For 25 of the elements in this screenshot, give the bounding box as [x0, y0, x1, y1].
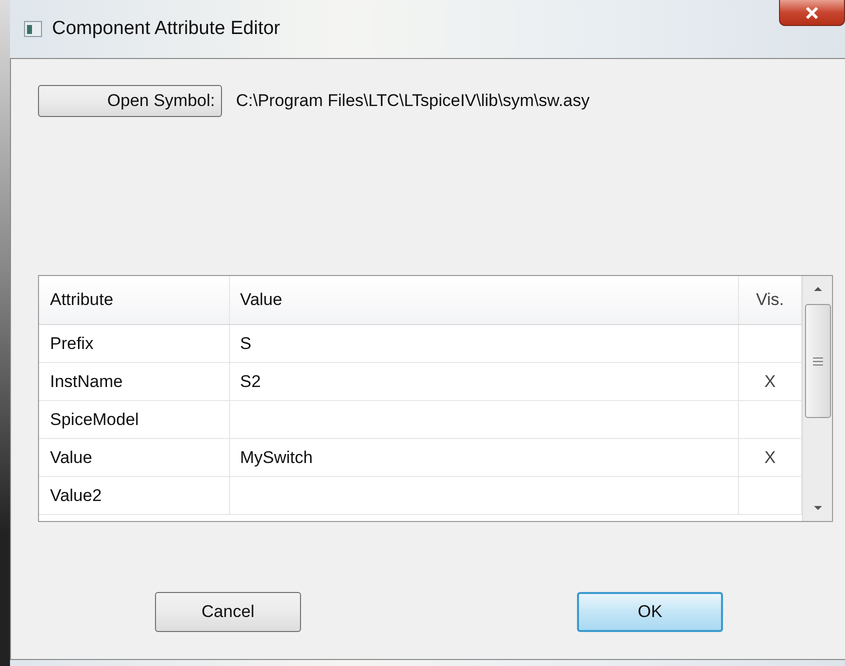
cancel-button[interactable]: Cancel [155, 592, 301, 632]
column-header[interactable]: Attribute [39, 276, 230, 324]
table-cell: InstName [39, 363, 230, 400]
symbol-path: C:\Program Files\LTC\LTspiceIV\lib\sym\sw.asy [236, 91, 590, 111]
table-cell: Value [39, 439, 230, 476]
column-header[interactable]: Value [230, 276, 739, 324]
scrollbar[interactable] [802, 276, 832, 521]
close-button[interactable] [779, 0, 845, 26]
table-cell: SpiceModel [39, 401, 230, 438]
window-icon [24, 21, 42, 37]
scroll-down-icon[interactable] [812, 505, 822, 511]
window-title: Component Attribute Editor [52, 18, 280, 40]
scroll-thumb[interactable] [804, 304, 830, 418]
scroll-up-icon[interactable] [812, 286, 822, 292]
ok-button[interactable]: OK [577, 592, 723, 632]
table-cell: Prefix [39, 325, 230, 362]
close-icon [804, 6, 820, 20]
open-symbol-button[interactable]: Open Symbol: [38, 85, 222, 117]
visibility-mark: X [764, 448, 776, 468]
table-cell: Value2 [39, 477, 230, 514]
table-cell: S2 [240, 372, 261, 392]
visibility-mark: X [764, 372, 776, 392]
table-cell: S [240, 334, 252, 354]
table-cell: MySwitch [240, 448, 313, 468]
grip-icon [812, 356, 822, 366]
